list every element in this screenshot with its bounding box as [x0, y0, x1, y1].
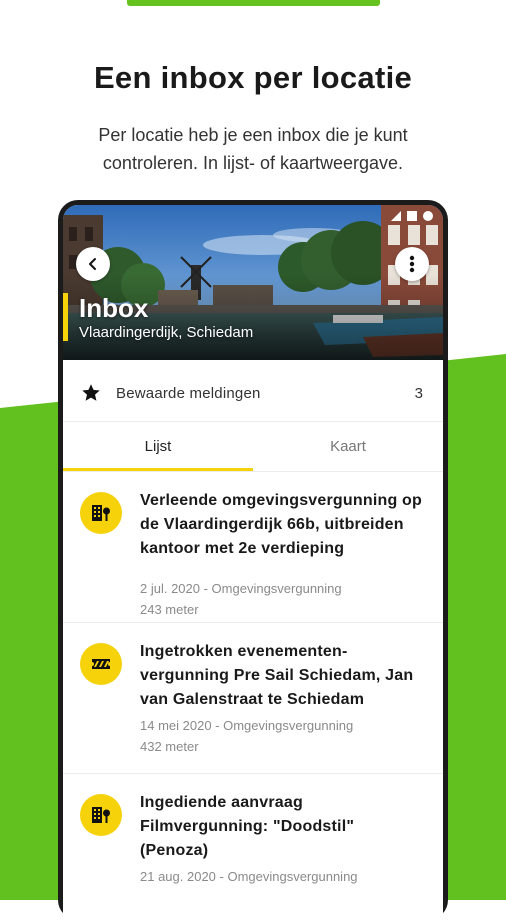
item-title: Ingediende aanvraag Filmvergunning: "Doo…	[140, 794, 355, 859]
tab-list[interactable]: Lijst	[63, 423, 253, 471]
item-title: Ingetrokken evenementen-vergunning Pre S…	[140, 643, 414, 708]
title-accent-bar	[63, 293, 68, 341]
item-distance: 243 meter	[140, 602, 199, 617]
saved-notifications-label: Bewaarde meldingen	[116, 384, 261, 402]
saved-notifications-count: 3	[414, 384, 423, 402]
list-item[interactable]: Verleende omgevingsvergunning op de Vlaa…	[63, 472, 443, 623]
item-title: Verleende omgevingsvergunning op de Vlaa…	[140, 492, 423, 557]
building-permit-icon	[92, 505, 110, 521]
page-subline: Per locatie heb je een inbox die je kunt…	[40, 121, 466, 177]
signal-icon	[391, 211, 401, 221]
page-headline: Een inbox per locatie	[93, 60, 413, 95]
item-icon-badge	[80, 492, 122, 534]
status-bar-icons	[391, 211, 433, 221]
active-tab-indicator	[63, 468, 253, 471]
wifi-icon	[423, 211, 433, 221]
view-tabs: Lijst Kaart	[63, 423, 443, 472]
tab-map[interactable]: Kaart	[253, 423, 443, 471]
building-permit-icon	[92, 807, 110, 823]
phone-screen: Inbox Vlaardingerdijk, Schiedam Bewaarde…	[63, 205, 443, 920]
back-button[interactable]	[76, 247, 110, 281]
item-icon-badge	[80, 643, 122, 685]
more-options-button[interactable]	[395, 247, 429, 281]
list-item[interactable]: Ingediende aanvraag Filmvergunning: "Doo…	[63, 774, 443, 920]
saved-notifications-row[interactable]: Bewaarde meldingen 3	[63, 365, 443, 422]
item-distance: 432 meter	[140, 739, 199, 754]
item-date-type: 2 jul. 2020 - Omgevingsvergunning	[140, 581, 342, 596]
more-vertical-icon	[409, 255, 415, 273]
item-icon-badge	[80, 794, 122, 836]
hero-image: Inbox Vlaardingerdijk, Schiedam	[63, 205, 443, 360]
battery-icon	[407, 211, 417, 221]
subline-line-1: Per locatie heb je een inbox die je kunt	[98, 125, 408, 145]
list-item[interactable]: Ingetrokken evenementen-vergunning Pre S…	[63, 623, 443, 774]
top-accent-bar	[127, 0, 380, 6]
subline-line-2: controleren. In lijst- of kaartweergave.	[102, 153, 404, 173]
star-icon	[82, 384, 100, 401]
inbox-title: Inbox	[79, 293, 149, 323]
phone-frame: Inbox Vlaardingerdijk, Schiedam Bewaarde…	[58, 200, 448, 920]
notification-list: Verleende omgevingsvergunning op de Vlaa…	[63, 472, 443, 920]
chevron-left-icon	[89, 258, 96, 270]
ticket-icon	[92, 659, 110, 669]
item-date-type: 14 mei 2020 - Omgevingsvergunning	[140, 718, 354, 733]
item-date-type: 21 aug. 2020 - Omgevingsvergunning	[140, 869, 358, 884]
location-subtitle: Vlaardingerdijk, Schiedam	[79, 324, 254, 341]
